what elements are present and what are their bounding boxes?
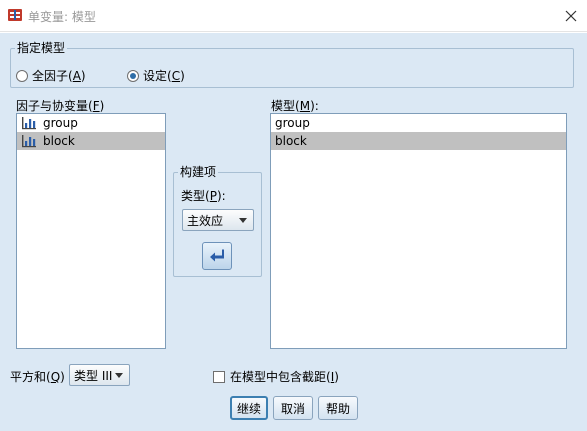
arrow-left-icon xyxy=(210,249,224,262)
cancel-button[interactable]: 取消 xyxy=(273,396,313,420)
build-term-group: 构建项 类型(P): 主效应 xyxy=(173,165,262,277)
factor-item-block-name: block xyxy=(43,134,75,148)
model-item-group-name: group xyxy=(275,116,310,130)
dialog-body: 指定模型 全因子(A) 设定(C) 因子与协变量(F) group block … xyxy=(0,33,587,431)
term-type-value: 主效应 xyxy=(187,213,224,228)
sum-of-squares-dropdown[interactable]: 类型 III xyxy=(69,364,130,386)
custom-radio-circle xyxy=(127,69,139,82)
chevron-down-icon xyxy=(239,218,247,223)
term-type-dropdown[interactable]: 主效应 xyxy=(182,209,254,231)
model-label-text: 模型 xyxy=(271,99,296,113)
factors-listbox[interactable]: group block xyxy=(16,113,166,349)
factors-mnemonic: F xyxy=(92,99,100,113)
custom-label: 设定 xyxy=(143,69,168,83)
model-item-group[interactable]: group xyxy=(271,114,566,132)
sum-of-squares-value: 类型 III xyxy=(74,368,113,383)
full-factorial-radio-circle xyxy=(16,69,28,82)
factor-item-group[interactable]: group xyxy=(17,114,165,132)
app-icon xyxy=(8,9,22,21)
close-icon[interactable] xyxy=(562,7,580,25)
full-factorial-radio[interactable]: 全因子(A) xyxy=(16,67,86,84)
custom-mnemonic: C xyxy=(171,68,181,83)
sum-of-squares-mnemonic: Q xyxy=(50,370,61,384)
model-label: 模型(M): xyxy=(271,99,319,113)
include-intercept-label: 在模型中包含截距 xyxy=(230,370,327,384)
title-bar: 单变量: 模型 xyxy=(0,0,587,32)
type-label: 类型(P): xyxy=(181,189,226,203)
custom-radio[interactable]: 设定(C) xyxy=(127,67,185,84)
full-factorial-label: 全因子 xyxy=(32,69,69,83)
specify-model-group: 指定模型 全因子(A) 设定(C) xyxy=(10,41,574,88)
factor-item-block[interactable]: block xyxy=(17,132,165,150)
factors-label-text: 因子与协变量 xyxy=(16,99,89,113)
model-item-block[interactable]: block xyxy=(271,132,566,150)
chevron-down-icon xyxy=(115,373,123,378)
factors-label: 因子与协变量(F) xyxy=(16,99,105,113)
move-to-model-button[interactable] xyxy=(202,242,232,270)
nominal-variable-icon xyxy=(22,135,36,148)
continue-button[interactable]: 继续 xyxy=(230,396,268,420)
include-intercept-checkbox[interactable]: 在模型中包含截距(I) xyxy=(213,368,339,385)
include-intercept-mnemonic: I xyxy=(330,369,335,384)
model-listbox[interactable]: group block xyxy=(270,113,567,349)
window-title: 单变量: 模型 xyxy=(28,10,96,24)
specify-model-legend: 指定模型 xyxy=(15,41,68,55)
type-label-text: 类型 xyxy=(181,189,206,203)
sum-of-squares-label-text: 平方和 xyxy=(10,370,47,384)
factor-item-group-name: group xyxy=(43,116,78,130)
full-factorial-mnemonic: A xyxy=(72,68,81,83)
include-intercept-check-square xyxy=(213,370,225,383)
build-term-legend: 构建项 xyxy=(178,165,219,179)
nominal-variable-icon xyxy=(22,117,36,130)
type-mnemonic: P xyxy=(209,189,217,203)
help-button[interactable]: 帮助 xyxy=(318,396,358,420)
model-mnemonic: M xyxy=(299,99,311,113)
model-item-block-name: block xyxy=(275,134,307,148)
sum-of-squares-label: 平方和(Q) xyxy=(10,370,65,384)
